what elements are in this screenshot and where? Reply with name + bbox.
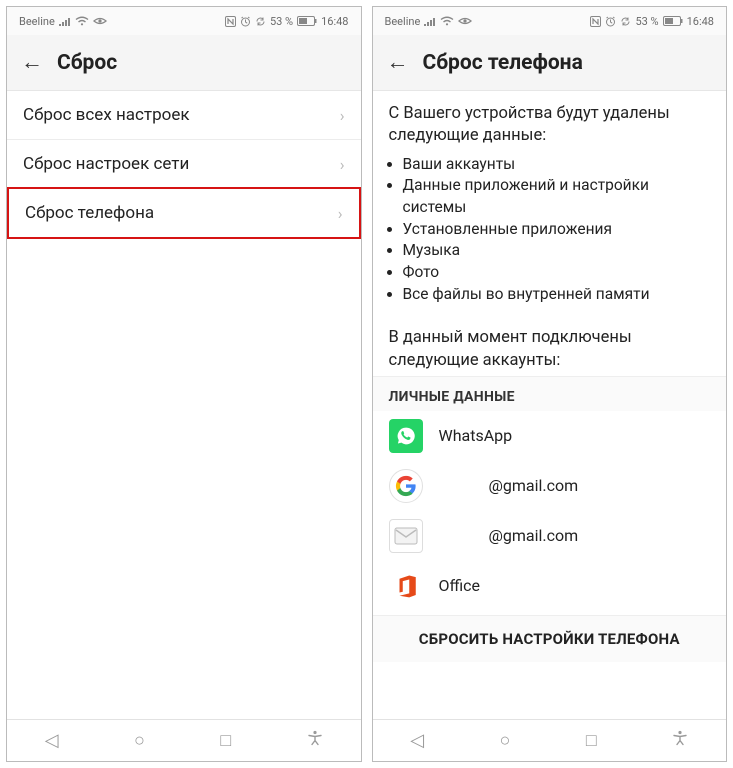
- mail-icon: [389, 519, 423, 553]
- signal-icon: [59, 16, 71, 26]
- nav-accessibility-icon[interactable]: [672, 730, 688, 751]
- nfc-icon: [590, 16, 601, 27]
- google-icon: [389, 469, 423, 503]
- item-label: Сброс телефона: [25, 203, 154, 223]
- reset-phone-content: С Вашего устройства будут удалены следую…: [373, 91, 727, 719]
- header: ← Сброс телефона: [373, 35, 727, 91]
- carrier-label: Beeline: [19, 15, 55, 28]
- page-title: Сброс телефона: [423, 51, 583, 75]
- bullet-item: Все файлы во внутренней памяти: [403, 284, 711, 306]
- office-icon: [389, 569, 423, 603]
- status-bar: Beeline 53 % 16:48: [7, 7, 361, 35]
- account-label: WhatsApp: [439, 426, 513, 445]
- item-label: Сброс всех настроек: [23, 105, 190, 125]
- bullet-item: Ваши аккаунты: [403, 154, 711, 176]
- reset-network-settings[interactable]: Сброс настроек сети ›: [7, 140, 361, 189]
- account-mail[interactable]: @gmail.com: [373, 511, 727, 561]
- reset-phone[interactable]: Сброс телефона ›: [7, 187, 361, 239]
- back-icon[interactable]: ←: [21, 52, 43, 74]
- wifi-icon: [440, 16, 454, 26]
- sync-icon: [620, 16, 631, 27]
- bullet-item: Установленные приложения: [403, 219, 711, 241]
- page-title: Сброс: [57, 51, 117, 75]
- bullet-item: Фото: [403, 262, 711, 284]
- nav-bar: ◁ ○ □: [7, 719, 361, 761]
- nav-recent-icon[interactable]: □: [220, 730, 231, 751]
- clock-label: 16:48: [687, 15, 714, 28]
- back-icon[interactable]: ←: [387, 52, 409, 74]
- phone-right: Beeline 53 % 16:48 ← Сброс телефона С Ва…: [372, 6, 728, 762]
- reset-all-settings[interactable]: Сброс всех настроек ›: [7, 91, 361, 140]
- nfc-icon: [225, 16, 236, 27]
- carrier-label: Beeline: [385, 15, 421, 28]
- account-label: @gmail.com: [489, 476, 579, 495]
- sync-icon: [255, 16, 266, 27]
- nav-back-icon[interactable]: ◁: [410, 730, 424, 751]
- item-label: Сброс настроек сети: [23, 154, 189, 174]
- nav-recent-icon[interactable]: □: [586, 730, 597, 751]
- signal-icon: [424, 16, 436, 26]
- battery-icon: [663, 16, 683, 26]
- status-bar: Beeline 53 % 16:48: [373, 7, 727, 35]
- alarm-icon: [240, 16, 251, 27]
- bullet-item: Музыка: [403, 240, 711, 262]
- whatsapp-icon: [389, 419, 423, 453]
- header: ← Сброс: [7, 35, 361, 91]
- nav-bar: ◁ ○ □: [373, 719, 727, 761]
- clock-label: 16:48: [321, 15, 348, 28]
- nav-back-icon[interactable]: ◁: [45, 730, 59, 751]
- alarm-icon: [605, 16, 616, 27]
- chevron-right-icon: ›: [340, 106, 345, 125]
- nav-home-icon[interactable]: ○: [134, 730, 145, 751]
- nav-home-icon[interactable]: ○: [500, 730, 511, 751]
- eye-icon: [458, 16, 472, 26]
- account-office[interactable]: Office: [373, 561, 727, 611]
- account-label: @gmail.com: [489, 526, 579, 545]
- delete-list: Ваши аккаунты Данные приложений и настро…: [373, 152, 727, 316]
- battery-icon: [297, 16, 317, 26]
- eye-icon: [93, 16, 107, 26]
- account-google[interactable]: @gmail.com: [373, 461, 727, 511]
- account-label: Office: [439, 576, 481, 595]
- nav-accessibility-icon[interactable]: [307, 730, 323, 751]
- bullet-item: Данные приложений и настройки системы: [403, 175, 711, 218]
- account-whatsapp[interactable]: WhatsApp: [373, 411, 727, 461]
- wifi-icon: [75, 16, 89, 26]
- reset-list: Сброс всех настроек › Сброс настроек сет…: [7, 91, 361, 719]
- phone-left: Beeline 53 % 16:48 ← Сброс Сброс всех на…: [6, 6, 362, 762]
- chevron-right-icon: ›: [338, 204, 343, 223]
- battery-pct: 53 %: [635, 15, 658, 28]
- section-personal-data: ЛИЧНЫЕ ДАННЫЕ: [373, 376, 727, 411]
- accounts-intro: В данный момент подключены следующие акк…: [373, 315, 727, 376]
- battery-pct: 53 %: [270, 15, 293, 28]
- reset-phone-button[interactable]: СБРОСИТЬ НАСТРОЙКИ ТЕЛЕФОНА: [373, 615, 727, 662]
- chevron-right-icon: ›: [340, 155, 345, 174]
- intro-text: С Вашего устройства будут удалены следую…: [373, 91, 727, 152]
